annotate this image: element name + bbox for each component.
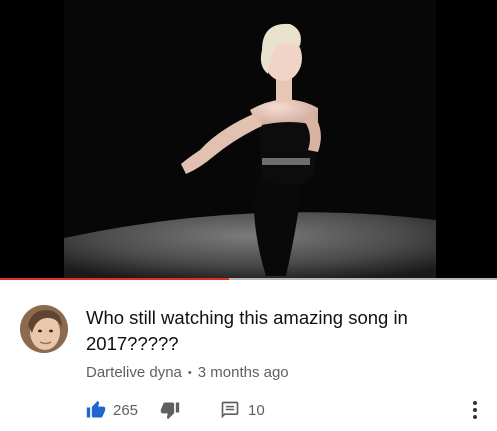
meta-separator: •: [187, 366, 192, 379]
comment: Who still watching this amazing song in …: [0, 284, 497, 431]
more-vert-icon: [473, 401, 477, 419]
more-options-button[interactable]: [467, 398, 483, 422]
comment-icon: [221, 401, 239, 419]
dislike-button[interactable]: [160, 400, 180, 420]
progress-fill: [0, 278, 229, 280]
like-button[interactable]: 265: [86, 400, 138, 420]
progress-bar[interactable]: [0, 278, 497, 280]
comment-meta: Dartelive dyna • 3 months ago: [86, 364, 289, 381]
comment-time: 3 months ago: [197, 364, 289, 381]
screen: Who still watching this amazing song in …: [0, 0, 497, 431]
video-player[interactable]: [0, 0, 497, 280]
avatar-image: [20, 305, 68, 353]
video-frame: [0, 0, 497, 280]
thumbs-up-icon: [86, 400, 106, 418]
reply-count: 10: [248, 401, 265, 419]
avatar[interactable]: [20, 305, 68, 353]
author-name[interactable]: Dartelive dyna: [86, 364, 182, 381]
comment-text: Who still watching this amazing song in …: [86, 307, 408, 354]
like-count: 265: [113, 401, 139, 419]
reply-button[interactable]: 10: [220, 400, 265, 420]
thumbs-down-icon: [160, 402, 180, 420]
comment-actions: 265 10: [86, 400, 265, 420]
